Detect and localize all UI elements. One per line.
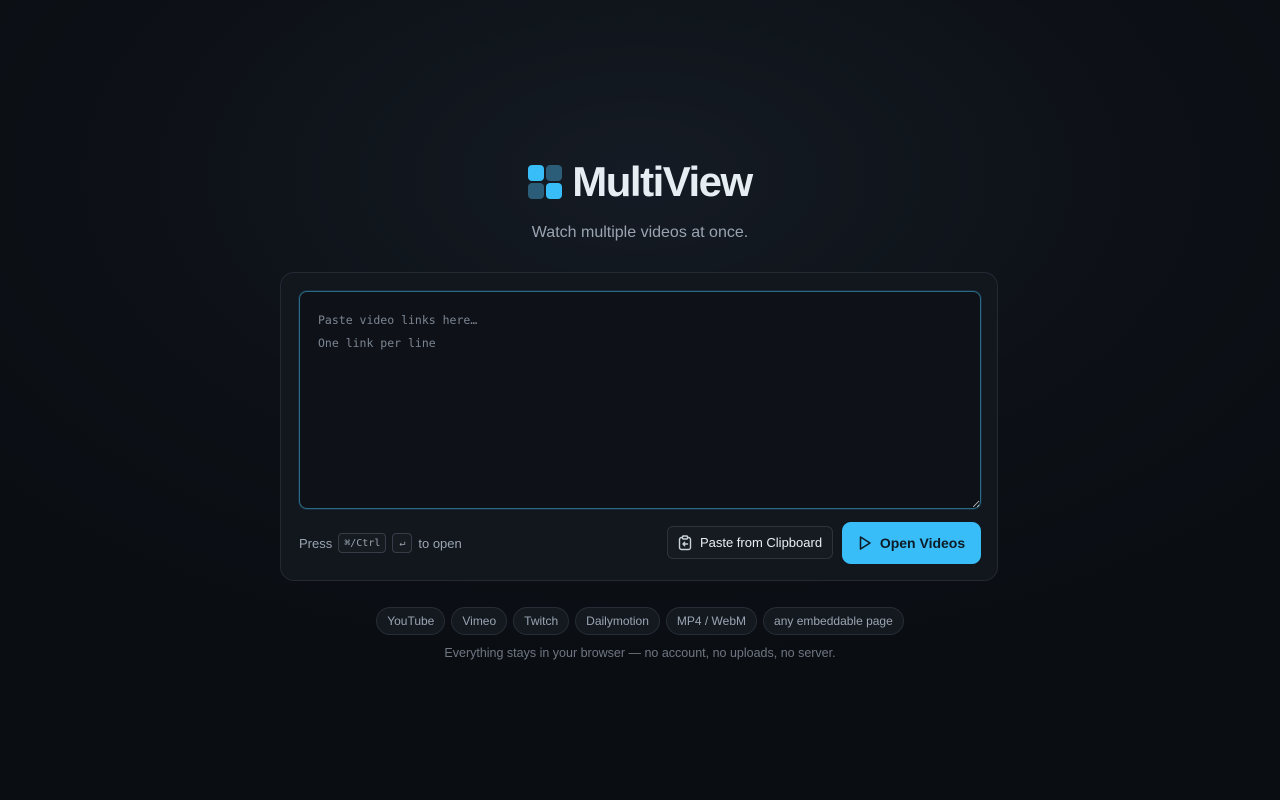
clipboard-icon (678, 534, 692, 551)
platform-chip: Dailymotion (575, 607, 660, 635)
platform-chip: any embeddable page (763, 607, 904, 635)
link-input-card: Press ⌘/Ctrl ↵ to open Paste from Clipbo… (280, 272, 998, 581)
open-button-label: Open Videos (879, 535, 966, 551)
header: MultiView Watch multiple videos at once. (0, 160, 1280, 242)
logo-tile (528, 183, 545, 199)
keyboard-hint: Press ⌘/Ctrl ↵ to open (299, 523, 462, 563)
hint-prefix: Press (299, 535, 333, 551)
logo-tile (528, 165, 545, 181)
paste-from-clipboard-button[interactable]: Paste from Clipboard (667, 526, 833, 559)
modifier-key: ⌘/Ctrl (338, 533, 387, 553)
platform-chip: Vimeo (451, 607, 508, 635)
app-title: MultiView (572, 158, 753, 205)
hint-suffix: to open (418, 535, 462, 551)
tagline: Watch multiple videos at once. (531, 224, 749, 241)
logo-grid-icon (528, 165, 563, 199)
logo-tile (546, 165, 563, 181)
enter-key: ↵ (392, 533, 413, 553)
open-videos-button[interactable]: Open Videos (842, 522, 981, 564)
privacy-note: Everything stays in your browser — no ac… (444, 646, 836, 660)
play-icon (858, 535, 872, 551)
logo-tile (546, 183, 563, 199)
platform-chip: YouTube (376, 607, 446, 635)
paste-button-label: Paste from Clipboard (699, 535, 823, 550)
video-links-input[interactable] (299, 291, 981, 509)
platform-chip: Twitch (513, 607, 570, 635)
platform-chip: MP4 / WebM (665, 607, 758, 635)
brand: MultiView (528, 158, 753, 205)
supported-platforms: YouTube Vimeo Twitch Dailymotion MP4 / W… (0, 607, 1280, 635)
